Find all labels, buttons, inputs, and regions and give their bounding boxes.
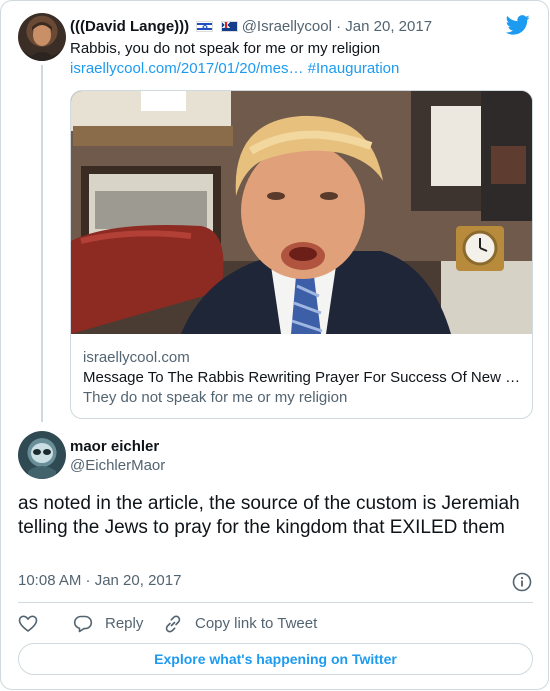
main-avatar[interactable] — [18, 431, 66, 479]
hashtag-link[interactable]: #Inauguration — [308, 60, 400, 77]
main-author-name[interactable]: maor eichler — [70, 437, 159, 457]
tweet-embed-card: (((David Lange))) @Israellycool · Jan 20… — [0, 0, 549, 690]
link-description: They do not speak for me or my religion — [83, 389, 348, 406]
parent-tweet-text: Rabbis, you do not speak for me or my re… — [70, 40, 381, 57]
thread-connector — [41, 65, 43, 422]
reply-icon — [73, 615, 93, 633]
parent-tweet-links: israellycool.com/2017/01/20/mes… #Inaugu… — [70, 59, 399, 79]
heart-icon — [18, 615, 38, 632]
explore-twitter-button[interactable]: Explore what's happening on Twitter — [18, 643, 533, 675]
link-title: Message To The Rabbis Rewriting Prayer F… — [83, 369, 521, 386]
parent-header: (((David Lange))) @Israellycool · Jan 20… — [70, 17, 432, 37]
separator-dot: · — [336, 18, 342, 35]
israel-flag-icon — [196, 21, 214, 32]
link-icon — [165, 615, 181, 633]
article-link[interactable]: israellycool.com/2017/01/20/mes… — [70, 60, 303, 77]
parent-date[interactable]: Jan 20, 2017 — [345, 18, 432, 35]
reply-button[interactable]: Reply — [73, 612, 143, 636]
actions-divider — [18, 602, 533, 603]
info-icon[interactable] — [512, 572, 532, 592]
parent-author-handle[interactable]: @Israellycool — [242, 18, 332, 35]
tweet-timestamp[interactable]: 10:08 AM · Jan 20, 2017 — [18, 571, 181, 591]
parent-author-name[interactable]: (((David Lange))) — [70, 18, 189, 35]
copy-link-label: Copy link to Tweet — [195, 615, 318, 632]
twitter-logo-icon[interactable] — [506, 15, 530, 35]
link-preview-image — [71, 91, 532, 334]
copy-link-button[interactable]: Copy link to Tweet — [163, 612, 317, 636]
reply-label: Reply — [105, 615, 144, 632]
link-domain: israellycool.com — [83, 349, 190, 366]
link-preview-card[interactable]: israellycool.com Message To The Rabbis R… — [70, 90, 533, 419]
parent-avatar[interactable] — [18, 13, 66, 61]
main-tweet-text: as noted in the article, the source of t… — [18, 493, 520, 538]
like-button[interactable] — [18, 612, 50, 636]
link-preview-meta: israellycool.com Message To The Rabbis R… — [83, 348, 523, 408]
australia-flag-icon — [220, 21, 238, 32]
main-author-handle[interactable]: @EichlerMaor — [70, 456, 165, 476]
